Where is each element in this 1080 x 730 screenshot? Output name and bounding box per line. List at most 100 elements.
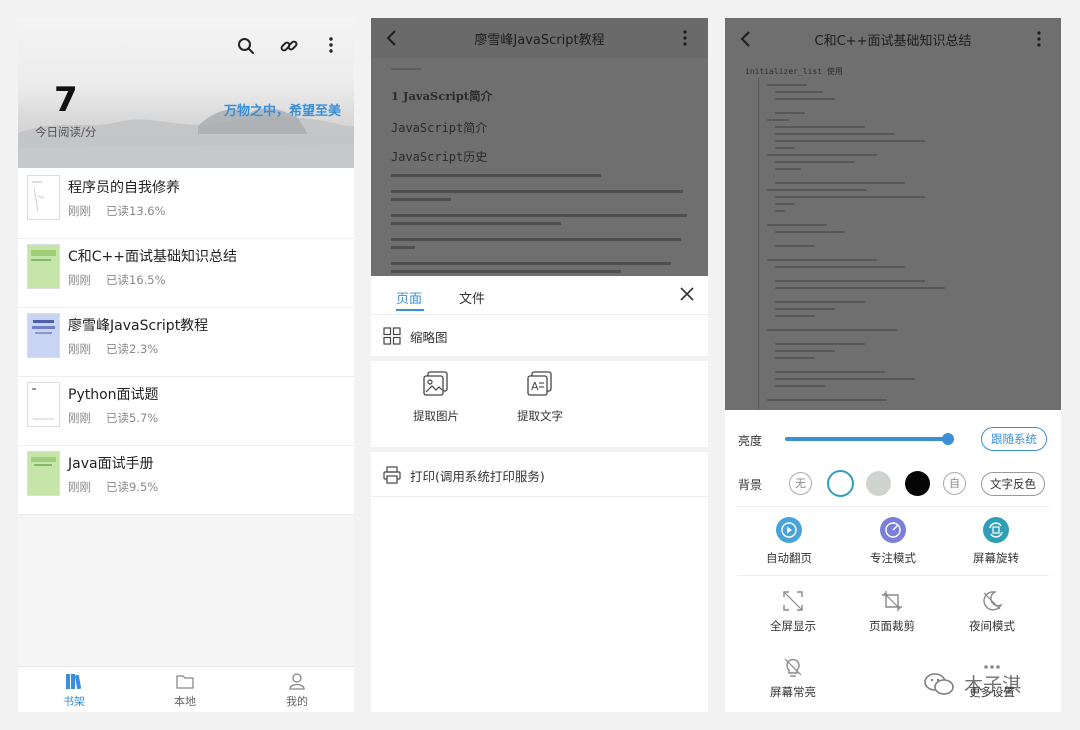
book-item[interactable]: C和C++面试基础知识总结 刚刚 已读16.5% [18, 239, 354, 308]
book-cover [27, 382, 60, 427]
bg-black-option[interactable] [905, 471, 930, 496]
grid-icon [383, 327, 401, 345]
section-divider [371, 356, 708, 361]
screen-always-on-button[interactable]: 屏幕常亮 [753, 656, 833, 700]
code-line [767, 399, 887, 401]
brightness-slider[interactable] [785, 433, 954, 445]
feature-label: 夜间模式 [969, 619, 1015, 633]
section-divider [371, 447, 708, 452]
code-line [775, 245, 815, 247]
code-line [775, 350, 835, 352]
nav-shelf-label: 书架 [63, 695, 85, 708]
book-item[interactable]: Python面试题 刚刚 已读5.7% [18, 377, 354, 446]
code-line [775, 385, 825, 387]
bg-white-option[interactable] [827, 470, 854, 497]
search-icon[interactable] [237, 37, 255, 55]
book-cover [27, 175, 60, 220]
book-time: 刚刚 [68, 273, 91, 287]
bulb-icon [784, 658, 802, 677]
code-line [775, 231, 845, 233]
crop-icon [882, 591, 902, 611]
menu-divider [371, 496, 708, 497]
feature-label: 专注模式 [870, 551, 916, 565]
fullscreen-button[interactable]: 全屏显示 [753, 590, 833, 634]
code-line [775, 343, 865, 345]
brightness-label: 亮度 [738, 434, 763, 448]
book-title: 程序员的自我修养 [68, 180, 180, 196]
play-icon [776, 517, 802, 543]
book-item[interactable]: 程序员的自我修养 刚刚 已读13.6% [18, 170, 354, 239]
thumbnail-item[interactable]: 缩略图 [383, 325, 448, 347]
book-time: 刚刚 [68, 480, 91, 494]
reading-label: 今日阅读/分 [35, 125, 97, 139]
book-progress: 已读2.3% [106, 342, 159, 356]
doc-heading-1: 1 JavaScript简介 [391, 89, 493, 103]
reader-cpp-screen: C和C++面试基础知识总结 initializer_list 使用 亮度 跟随系… [725, 18, 1061, 712]
rotate-icon [983, 517, 1009, 543]
book-item[interactable]: Java面试手册 刚刚 已读9.5% [18, 446, 354, 515]
close-icon[interactable] [680, 287, 694, 301]
nav-mine[interactable]: 我的 [262, 671, 332, 709]
feature-label: 屏幕常亮 [770, 685, 816, 699]
book-title: Java面试手册 [68, 456, 154, 472]
extract-text-button[interactable]: A 提取文字 [505, 371, 575, 424]
page-crop-button[interactable]: 页面裁剪 [852, 590, 932, 634]
code-line [775, 280, 925, 282]
code-line [767, 224, 827, 226]
background-label: 背景 [738, 478, 763, 492]
extract-text-label: 提取文字 [517, 409, 563, 423]
book-time: 刚刚 [68, 342, 91, 356]
document-view-dimmed: 廖雪峰JavaScript教程 1 JavaScript简介 JavaScrip… [371, 18, 708, 276]
book-cover [27, 313, 60, 358]
bookshelf-icon [66, 674, 82, 690]
bg-none-option[interactable]: 无 [789, 472, 812, 495]
settings-divider [737, 506, 1049, 507]
night-mode-button[interactable]: 夜间模式 [952, 590, 1032, 634]
code-line [775, 168, 801, 170]
doc-breadcrumb-line [391, 68, 421, 70]
code-line [775, 308, 835, 310]
book-progress: 已读13.6% [106, 204, 166, 218]
nav-shelf[interactable]: 书架 [39, 671, 109, 709]
book-item[interactable]: 廖雪峰JavaScript教程 刚刚 已读2.3% [18, 308, 354, 377]
more-menu-icon[interactable] [327, 36, 335, 54]
doc-heading-2: JavaScript简介 [391, 121, 488, 135]
code-line [775, 196, 925, 198]
feature-label: 自动翻页 [766, 551, 812, 565]
nav-mine-label: 我的 [286, 695, 308, 708]
code-line [775, 182, 905, 184]
code-line [775, 287, 945, 289]
follow-system-button[interactable]: 跟随系统 [981, 427, 1047, 451]
more-menu-icon[interactable] [1035, 30, 1043, 48]
focus-mode-button[interactable]: 专注模式 [853, 516, 933, 566]
book-progress: 已读9.5% [106, 480, 159, 494]
more-menu-icon[interactable] [681, 29, 689, 47]
code-line [775, 371, 885, 373]
bg-gray-option[interactable] [866, 471, 891, 496]
bg-custom-option[interactable]: 自 [943, 472, 966, 495]
target-icon [880, 517, 906, 543]
nav-local[interactable]: 本地 [150, 671, 220, 709]
invert-text-button[interactable]: 文字反色 [981, 472, 1045, 496]
code-line [775, 315, 815, 317]
code-heading: initializer_list 使用 [745, 67, 843, 76]
tab-file[interactable]: 文件 [459, 288, 485, 307]
extract-image-button[interactable]: 提取图片 [401, 371, 471, 424]
code-view-dimmed: C和C++面试基础知识总结 initializer_list 使用 [725, 18, 1061, 410]
code-line [767, 119, 789, 121]
code-line [775, 357, 815, 359]
page-menu-sheet: 页面 文件 缩略图 提取图片 A 提取文字 打印(调用系统打印服务) [371, 276, 708, 712]
code-gutter [758, 78, 759, 410]
code-line [775, 112, 805, 114]
link-icon[interactable] [279, 36, 299, 56]
book-progress: 已读16.5% [106, 273, 166, 287]
print-item[interactable]: 打印(调用系统打印服务) [383, 464, 545, 486]
code-line [767, 189, 867, 191]
reader-js-screen: 廖雪峰JavaScript教程 1 JavaScript简介 JavaScrip… [371, 18, 708, 712]
screen-rotate-button[interactable]: 屏幕旋转 [956, 516, 1036, 566]
reader-title: C和C++面试基础知识总结 [814, 34, 972, 49]
brightness-thumb[interactable] [941, 433, 954, 445]
text-extract-icon: A [527, 371, 552, 396]
tab-page[interactable]: 页面 [396, 288, 422, 307]
auto-page-turn-button[interactable]: 自动翻页 [749, 516, 829, 566]
